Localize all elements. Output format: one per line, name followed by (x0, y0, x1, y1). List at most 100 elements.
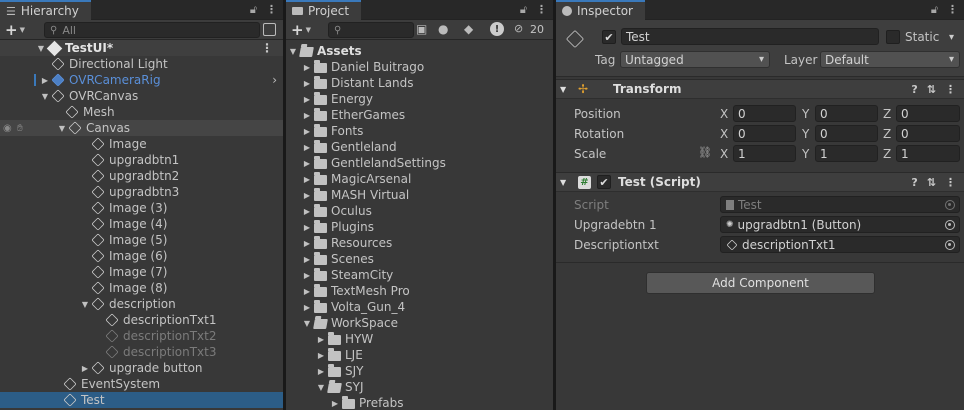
kebab-menu-icon[interactable]: ⋮ (266, 3, 277, 17)
hierarchy-item[interactable]: ◉ ✋︎ ▼ Canvas (0, 120, 283, 136)
folder-item[interactable]: ▶ Resources (286, 235, 553, 251)
hierarchy-item[interactable]: descriptionTxt1 (0, 312, 283, 328)
folder-item[interactable]: ▶ MASH Virtual (286, 187, 553, 203)
upgradebtn-field[interactable]: ✺ upgradbtn1 (Button) (720, 216, 960, 233)
descriptiontxt-field[interactable]: descriptionTxt1 (720, 236, 960, 253)
folder-item[interactable]: ▶ Plugins (286, 219, 553, 235)
hierarchy-item[interactable]: Image (6) (0, 248, 283, 264)
folder-item[interactable]: ▶ Energy (286, 91, 553, 107)
component-menu-icon[interactable]: ⋮ (945, 83, 956, 96)
script-component-header[interactable]: ▼ # ✔ Test (Script) ? ⇅ ⋮ (556, 172, 964, 192)
script-enabled-checkbox[interactable]: ✔ (597, 175, 611, 189)
kebab-menu-icon[interactable]: ⋮ (947, 3, 958, 17)
tab-inspector[interactable]: Inspector (556, 0, 645, 20)
component-menu-icon[interactable]: ⋮ (945, 176, 956, 189)
hierarchy-item[interactable]: Mesh (0, 104, 283, 120)
rotation-z-field[interactable]: 0 (896, 125, 960, 142)
help-icon[interactable]: ? (911, 83, 917, 96)
hierarchy-item[interactable]: upgradbtn3 (0, 184, 283, 200)
rotation-y-field[interactable]: 0 (815, 125, 878, 142)
lock-icon[interactable]: 🔓︎ (250, 3, 257, 17)
folder-item[interactable]: ▶ Distant Lands (286, 75, 553, 91)
presets-icon[interactable]: ⇅ (927, 83, 936, 96)
scale-y-field[interactable]: 1 (815, 145, 878, 162)
hierarchy-item[interactable]: Image (5) (0, 232, 283, 248)
scale-x-field[interactable]: 1 (733, 145, 796, 162)
lock-icon[interactable]: 🔓︎ (520, 3, 527, 17)
folder-item[interactable]: ▶ LJE (286, 347, 553, 363)
folder-item[interactable]: ▶ Scenes (286, 251, 553, 267)
position-z-field[interactable]: 0 (896, 105, 960, 122)
folder-item[interactable]: ▶ TextMesh Pro (286, 283, 553, 299)
rotation-x-field[interactable]: 0 (733, 125, 796, 142)
folder-item[interactable]: ▼ WorkSpace (286, 315, 553, 331)
folder-item[interactable]: ▶ HYW (286, 331, 553, 347)
hierarchy-item[interactable]: upgradbtn2 (0, 168, 283, 184)
hierarchy-item[interactable]: Image (3) (0, 200, 283, 216)
object-picker-icon[interactable] (945, 239, 955, 250)
foldout-arrow-icon[interactable]: ▼ (560, 85, 574, 94)
static-checkbox[interactable] (886, 30, 900, 44)
hierarchy-item[interactable]: ▶ upgrade button (0, 360, 283, 376)
lock-icon[interactable]: 🔓︎ (931, 3, 938, 17)
hierarchy-item[interactable]: upgradbtn1 (0, 152, 283, 168)
hierarchy-item-selected[interactable]: Test (0, 392, 283, 408)
folder-item[interactable]: ▼ SYJ (286, 379, 553, 395)
scale-z-field[interactable]: 1 (896, 145, 960, 162)
folder-item[interactable]: ▶ MagicArsenal (286, 171, 553, 187)
folder-item[interactable]: ▶ Prefabs (286, 395, 553, 410)
folder-item[interactable]: ▶ Fonts (286, 123, 553, 139)
create-button[interactable]: + ▼ (5, 21, 25, 39)
static-dropdown-icon[interactable]: ▾ (949, 32, 954, 43)
assets-root[interactable]: ▼ Assets (286, 43, 553, 59)
visibility-eye-icon[interactable]: ◉ (3, 123, 17, 134)
folder-item[interactable]: ▶ SJY (286, 363, 553, 379)
hierarchy-item[interactable]: descriptionTxt2 (0, 328, 283, 344)
position-y-field[interactable]: 0 (815, 105, 878, 122)
warning-icon[interactable]: ! (490, 22, 504, 36)
chevron-right-icon[interactable]: › (272, 73, 277, 87)
hierarchy-item[interactable]: Image (0, 136, 283, 152)
kebab-menu-icon[interactable]: ⋮ (536, 3, 547, 17)
hierarchy-item[interactable]: Image (7) (0, 264, 283, 280)
project-search-input[interactable]: ⚲ (328, 22, 414, 38)
hierarchy-item[interactable]: descriptionTxt3 (0, 344, 283, 360)
folder-item[interactable]: ▶ Daniel Buitrago (286, 59, 553, 75)
help-icon[interactable]: ? (911, 176, 917, 189)
foldout-arrow-icon[interactable]: ▼ (560, 178, 574, 187)
hierarchy-item[interactable]: Image (4) (0, 216, 283, 232)
presets-icon[interactable]: ⇅ (927, 176, 936, 189)
scene-visibility-icon[interactable] (263, 23, 276, 36)
tab-project[interactable]: Project (286, 0, 362, 20)
hierarchy-item[interactable]: ▼ OVRCanvas (0, 88, 283, 104)
folder-item[interactable]: ▶ Volta_Gun_4 (286, 299, 553, 315)
scene-menu-icon[interactable]: ⋮ (261, 41, 273, 55)
hierarchy-item[interactable]: Directional Light (0, 56, 283, 72)
tag-dropdown[interactable]: Untagged (620, 51, 770, 68)
active-checkbox[interactable]: ✔ (602, 30, 616, 44)
object-name-field[interactable]: Test (621, 28, 879, 45)
create-asset-button[interactable]: + ▼ (291, 21, 311, 39)
add-component-button[interactable]: Add Component (646, 272, 875, 294)
hierarchy-item[interactable]: ▼ description (0, 296, 283, 312)
hierarchy-item[interactable]: ▶ OVRCameraRig › (0, 72, 283, 88)
folder-item[interactable]: ▶ GentlelandSettings (286, 155, 553, 171)
folder-item[interactable]: ▶ Oculus (286, 203, 553, 219)
filter-type-icon[interactable]: ● (438, 22, 448, 36)
object-picker-icon[interactable] (945, 219, 955, 230)
layer-dropdown[interactable]: Default (820, 51, 960, 68)
transform-header[interactable]: ▼ ✢ Transform ? ⇅ ⋮ (556, 79, 964, 99)
folder-item[interactable]: ▶ SteamCity (286, 267, 553, 283)
folder-item[interactable]: ▶ Gentleland (286, 139, 553, 155)
tab-hierarchy[interactable]: ☰ Hierarchy (0, 0, 91, 20)
constrain-proportions-icon[interactable]: ⛓︎ (698, 146, 712, 159)
tag-icon[interactable]: ◆ (464, 22, 473, 36)
folder-item[interactable]: ▶ EtherGames (286, 107, 553, 123)
search-by-type-icon[interactable]: ▣ (416, 22, 427, 36)
position-x-field[interactable]: 0 (733, 105, 796, 122)
scene-header[interactable]: ▼ TestUI* ⋮ (0, 40, 283, 56)
hierarchy-item[interactable]: EventSystem (0, 376, 283, 392)
hidden-packages-icon[interactable]: ⊘ (514, 22, 523, 35)
pickable-hand-icon[interactable]: ✋︎ (17, 123, 31, 134)
hierarchy-search-input[interactable]: ⚲ All (44, 22, 260, 38)
